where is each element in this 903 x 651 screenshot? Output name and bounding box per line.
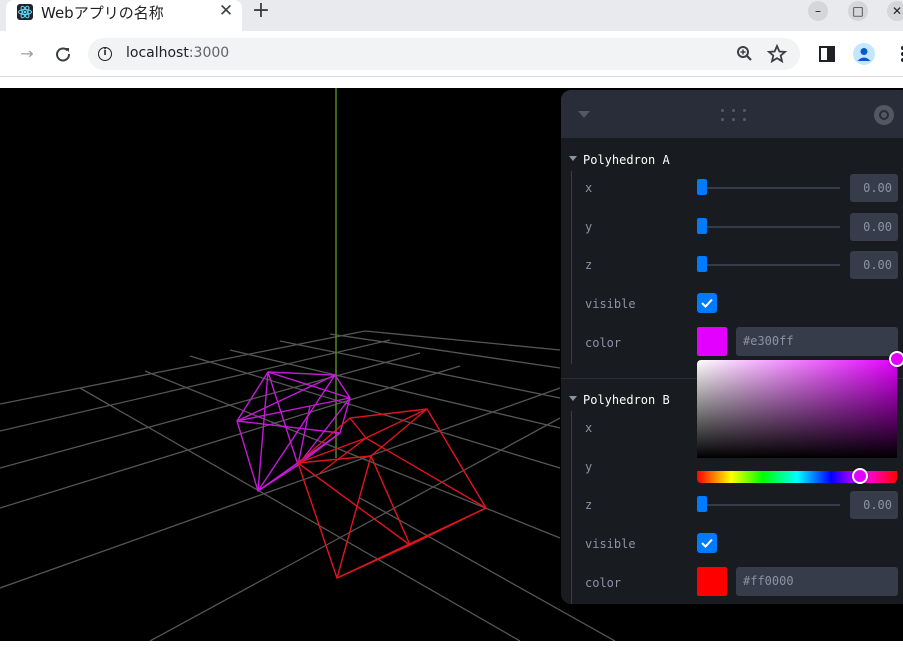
close-window-icon[interactable]: ✕	[887, 1, 903, 21]
y-label: y	[585, 220, 593, 234]
z-slider-b[interactable]	[703, 504, 840, 506]
folder-indent-line	[571, 411, 572, 604]
z-label: z	[585, 258, 593, 272]
folder-polyhedron-b[interactable]: Polyhedron B	[569, 393, 670, 407]
y-slider-thumb[interactable]	[697, 218, 707, 234]
side-panel-icon[interactable]	[816, 43, 838, 65]
chevron-down-icon	[569, 396, 577, 401]
star-icon[interactable]	[766, 43, 788, 65]
x-label: x	[585, 181, 593, 195]
info-icon[interactable]: i	[98, 47, 112, 61]
z-label-b: z	[585, 498, 593, 512]
visible-checkbox-b[interactable]	[697, 533, 717, 553]
color-swatch-b[interactable]	[697, 567, 727, 596]
z-number-input[interactable]: 0.00	[850, 251, 898, 279]
panel-header[interactable]	[561, 90, 903, 138]
menu-dots-icon[interactable]	[892, 43, 903, 65]
folder-title-a: Polyhedron A	[583, 153, 670, 167]
color-label-b: color	[585, 576, 622, 590]
address-bar[interactable]: i localhost:3000	[88, 38, 800, 70]
url-text[interactable]: localhost:3000	[126, 45, 229, 61]
color-hex-input-b[interactable]: #ff0000	[736, 567, 898, 596]
x-slider-thumb[interactable]	[697, 179, 707, 195]
x-label-b: x	[585, 421, 593, 435]
y-label-b: y	[585, 460, 593, 474]
reload-icon[interactable]	[52, 43, 74, 65]
visible-checkbox[interactable]	[697, 293, 717, 313]
polyhedron-a-wireframe	[236, 371, 351, 493]
check-icon	[701, 538, 713, 548]
saturation-area[interactable]	[697, 360, 897, 458]
tab-title: Webアプリの名称	[41, 4, 164, 22]
saturation-thumb[interactable]	[889, 351, 903, 367]
minimize-icon[interactable]: –	[808, 1, 828, 21]
folder-title-b: Polyhedron B	[583, 393, 670, 407]
drag-handle-icon[interactable]	[721, 109, 747, 121]
url-host: localhost	[126, 45, 189, 61]
z-number-input-b[interactable]: 0.00	[850, 491, 898, 519]
visible-label-b: visible	[585, 537, 636, 551]
tab-strip: Webアプリの名称 ✕ + – □ ✕	[0, 0, 903, 31]
visible-label: visible	[585, 297, 636, 311]
z-slider-thumb-b[interactable]	[697, 496, 707, 512]
url-port: :3000	[188, 45, 230, 61]
search-icon[interactable]	[874, 105, 894, 125]
grid-floor	[0, 330, 616, 641]
react-favicon-icon	[17, 4, 33, 20]
color-picker-popover[interactable]	[697, 351, 903, 488]
folder-indent-line	[571, 171, 572, 364]
chevron-down-icon	[569, 156, 577, 161]
x-number-input[interactable]: 0.00	[850, 174, 898, 202]
profile-icon[interactable]	[853, 43, 875, 65]
forward-icon[interactable]: →	[16, 43, 38, 65]
plus-icon[interactable]: +	[249, 0, 273, 23]
hue-thumb[interactable]	[852, 468, 868, 484]
browser-toolbar: → i localhost:3000	[0, 31, 903, 77]
controls-panel: Polyhedron A x 0.00 y 0.00 z 0.00 visibl…	[561, 90, 903, 604]
y-number-input[interactable]: 0.00	[850, 213, 898, 241]
collapse-caret-icon[interactable]	[578, 111, 590, 118]
color-hex-input-a[interactable]: #e300ff	[736, 327, 898, 356]
color-label: color	[585, 336, 622, 350]
y-slider[interactable]	[703, 226, 840, 228]
x-slider[interactable]	[703, 187, 840, 189]
z-slider-thumb[interactable]	[697, 256, 707, 272]
check-icon	[701, 298, 713, 308]
z-slider[interactable]	[703, 264, 840, 266]
browser-tab[interactable]: Webアプリの名称 ✕	[6, 0, 242, 31]
close-icon[interactable]: ✕	[216, 1, 236, 21]
zoom-icon[interactable]	[734, 43, 756, 65]
folder-polyhedron-a[interactable]: Polyhedron A	[569, 153, 670, 167]
maximize-icon[interactable]: □	[848, 1, 868, 21]
color-swatch-a[interactable]	[697, 327, 727, 356]
